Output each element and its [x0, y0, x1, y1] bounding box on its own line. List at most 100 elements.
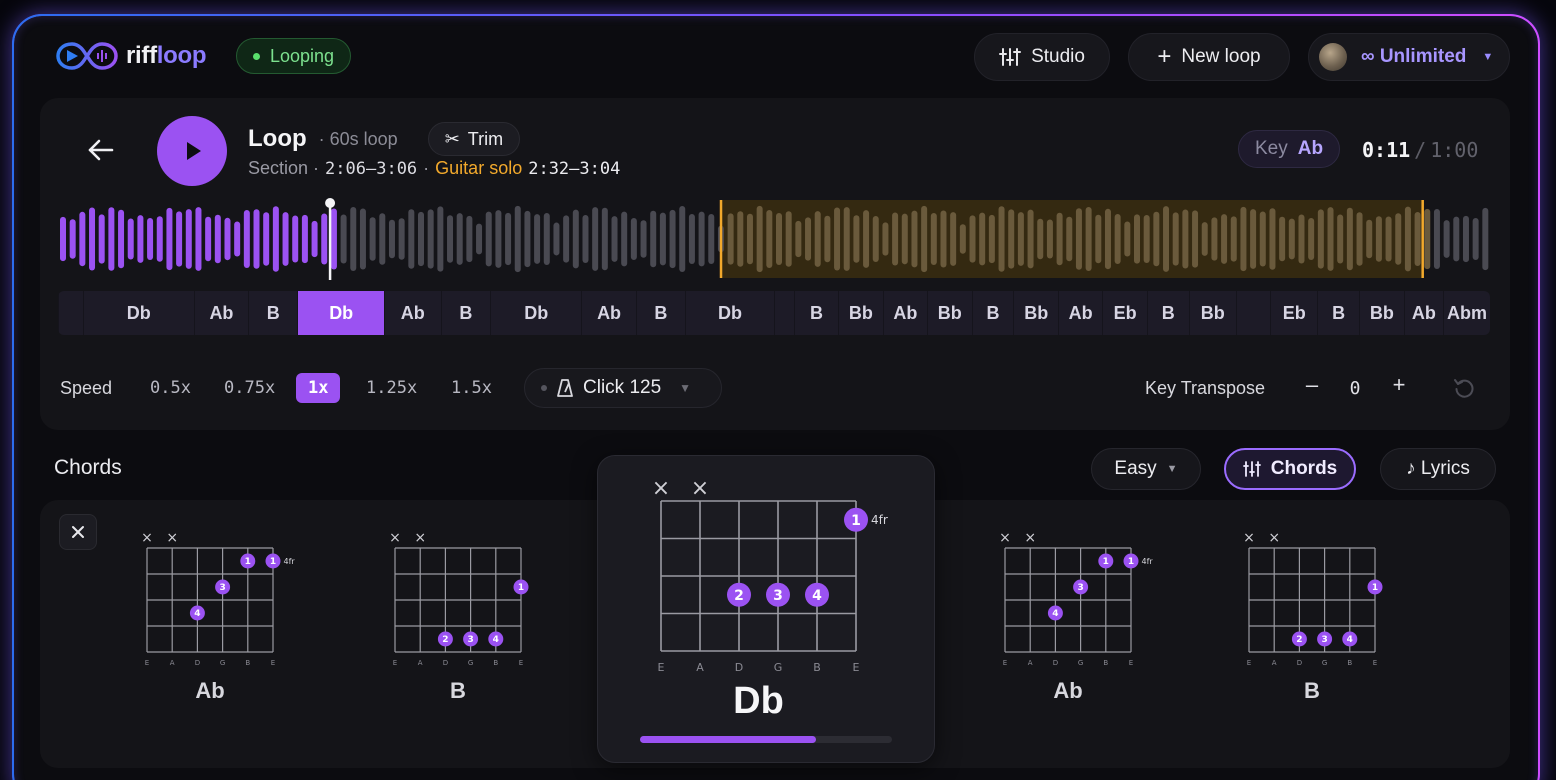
chord-cell[interactable]: Ab [383, 291, 441, 335]
back-arrow-icon[interactable] [86, 135, 116, 165]
guitar-solo-label[interactable]: Guitar solo [435, 158, 522, 179]
chord-cell[interactable]: Eb [1102, 291, 1146, 335]
waveform-bar [253, 209, 260, 269]
waveform-bar [1192, 210, 1199, 268]
chord-cell[interactable]: Eb [1270, 291, 1317, 335]
chord-name[interactable]: Db [641, 680, 876, 723]
chord-name[interactable]: B [1229, 678, 1395, 704]
chord-cell[interactable]: Bb [838, 291, 882, 335]
waveform-bar [408, 209, 415, 269]
chord-cell-active[interactable]: Db [297, 291, 384, 335]
click-metronome-dropdown[interactable]: Click 125 ▼ [524, 368, 722, 408]
waveform-bar [1143, 214, 1150, 264]
difficulty-value: Easy [1114, 458, 1157, 479]
waveform-bar [350, 207, 357, 271]
chord-cell[interactable]: Ab [882, 291, 927, 335]
chord-cell[interactable]: B [971, 291, 1014, 335]
chord-diagram: × × 1 2 3 4 E A D G B E [1243, 530, 1383, 667]
chord-name[interactable]: B [375, 678, 541, 704]
waveform-bar [388, 219, 395, 259]
reset-icon[interactable] [1452, 376, 1476, 400]
tab-lyrics[interactable]: ♪ Lyrics [1380, 448, 1496, 490]
trim-button[interactable]: ✂ Trim [427, 122, 521, 156]
waveform-bar [1250, 209, 1257, 269]
speed-option[interactable]: 1.5x [439, 373, 504, 403]
chord-timeline[interactable]: Db Ab B Db Ab B Db Ab B Db B Bb Ab Bb B Bb Ab Eb B Bb Eb B Bb A… [58, 291, 1490, 335]
waveform-bar [601, 207, 608, 271]
speed-option[interactable]: 0.75x [212, 373, 287, 403]
chord-cell[interactable]: B [1317, 291, 1359, 335]
waveform-bar [1085, 206, 1092, 272]
transpose-plus-button[interactable]: + [1388, 372, 1410, 398]
waveform-bar [456, 213, 463, 265]
app-logo[interactable]: riffloop [56, 40, 207, 72]
new-loop-label: New loop [1181, 46, 1261, 67]
chord-cell[interactable] [1235, 291, 1271, 335]
string-name-label: G [774, 661, 783, 674]
waveform-bar [166, 207, 173, 271]
tab-chords[interactable]: Chords [1224, 448, 1356, 490]
speed-option[interactable]: 1.25x [354, 373, 429, 403]
waveform-bar [1221, 214, 1228, 264]
chord-diagram: × × 1 2 3 4 E A D G B E [389, 530, 529, 667]
waveform-bar [843, 207, 850, 271]
studio-button[interactable]: Studio [974, 33, 1110, 81]
chord-name[interactable]: Ab [985, 678, 1151, 704]
fret-position-label: 4fr [284, 557, 296, 566]
chord-cell[interactable]: Ab [193, 291, 248, 335]
chord-progress-fill [640, 736, 817, 743]
waveform-bar [1027, 209, 1034, 269]
speed-option[interactable]: 0.5x [138, 373, 203, 403]
chord-cell[interactable] [774, 291, 794, 335]
chord-cell[interactable]: Bb [1188, 291, 1236, 335]
waveform-bar [959, 224, 966, 254]
loop-title: Loop [248, 125, 307, 152]
playhead-handle[interactable] [325, 198, 336, 208]
close-button[interactable] [59, 514, 97, 550]
caret-down-icon: ▼ [1482, 51, 1494, 63]
chord-cell[interactable]: B [248, 291, 297, 335]
chord-cell[interactable]: Db [82, 291, 194, 335]
play-icon [187, 142, 201, 160]
waveform-bar [359, 208, 366, 270]
chord-cell[interactable]: Ab [581, 291, 635, 335]
chord-name[interactable]: Ab [127, 678, 293, 704]
waveform-bar [243, 209, 250, 269]
waveform-bar [930, 213, 937, 265]
string-name-label: E [393, 659, 397, 667]
string-name-label: E [519, 659, 523, 667]
chord-cell[interactable]: Bb [1359, 291, 1403, 335]
key-label: Key [1255, 138, 1288, 159]
waveform-bar [1163, 206, 1170, 272]
chord-cell[interactable]: Db [685, 291, 774, 335]
transpose-value: 0 [1349, 378, 1361, 399]
chord-cell[interactable]: B [1146, 291, 1189, 335]
chord-cell[interactable]: Db [490, 291, 581, 335]
waveform[interactable] [58, 196, 1490, 282]
plan-menu-button[interactable]: ∞ Unlimited ▼ [1308, 33, 1510, 81]
chord-cell[interactable]: B [440, 291, 490, 335]
finger-number: 3 [219, 583, 225, 593]
transpose-minus-button[interactable]: – [1302, 372, 1322, 398]
section-info: Section · 2:06–3:06 · Guitar solo 2:32–3… [248, 158, 620, 179]
chord-cell[interactable]: Bb [927, 291, 971, 335]
chord-cell[interactable]: Bb [1013, 291, 1057, 335]
chord-cell[interactable]: Ab [1057, 291, 1102, 335]
chord-cell[interactable]: B [635, 291, 685, 335]
chord-cell[interactable]: Ab [1403, 291, 1444, 335]
chord-cell[interactable]: B [793, 291, 838, 335]
waveform-bar [418, 211, 424, 267]
waveform-bar [176, 211, 183, 267]
key-badge[interactable]: Key Ab [1238, 130, 1341, 168]
waveform-bar [795, 220, 802, 258]
chord-cell[interactable] [58, 291, 83, 335]
play-button[interactable] [157, 116, 227, 186]
string-name-label: B [493, 659, 498, 667]
waveform-bar [340, 214, 347, 264]
difficulty-dropdown[interactable]: Easy ▼ [1091, 448, 1201, 490]
new-loop-button[interactable]: + New loop [1128, 33, 1290, 81]
chord-cell[interactable]: Abm [1443, 291, 1490, 335]
waveform-bar [1327, 207, 1334, 271]
string-name-label: A [418, 659, 423, 667]
speed-option[interactable]: 1x [296, 373, 341, 403]
